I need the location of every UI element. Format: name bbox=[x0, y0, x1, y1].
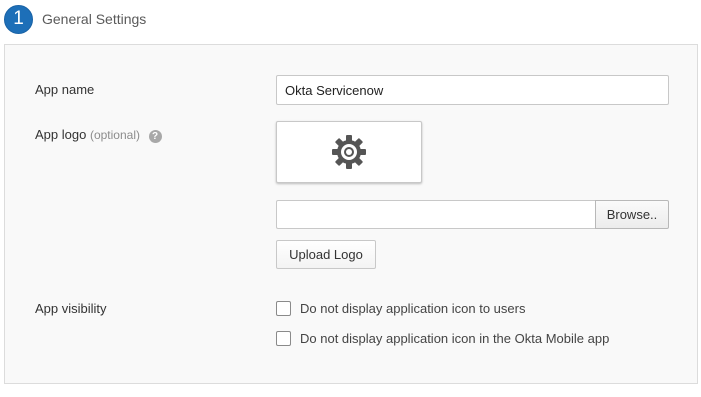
logo-file-path-input[interactable] bbox=[276, 200, 596, 229]
section-title: General Settings bbox=[42, 11, 147, 27]
app-visibility-label: App visibility bbox=[35, 301, 107, 316]
hide-icon-mobile-label[interactable]: Do not display application icon in the O… bbox=[300, 331, 609, 346]
app-name-label: App name bbox=[35, 82, 95, 97]
hide-icon-mobile-option[interactable]: Do not display application icon in the O… bbox=[276, 331, 609, 346]
optional-label: (optional) bbox=[89, 128, 140, 142]
hide-icon-mobile-checkbox[interactable] bbox=[276, 331, 291, 346]
app-logo-label: App logo bbox=[35, 127, 87, 142]
app-logo-label-group: App logo (optional) ? bbox=[35, 127, 162, 143]
step-number-badge: 1 bbox=[4, 4, 33, 34]
app-name-input[interactable] bbox=[276, 75, 669, 105]
browse-button[interactable]: Browse.. bbox=[595, 200, 669, 229]
hide-icon-users-label[interactable]: Do not display application icon to users bbox=[300, 301, 525, 316]
hide-icon-users-checkbox[interactable] bbox=[276, 301, 291, 316]
hide-icon-users-option[interactable]: Do not display application icon to users bbox=[276, 301, 525, 316]
help-icon[interactable]: ? bbox=[148, 130, 162, 143]
upload-logo-button[interactable]: Upload Logo bbox=[276, 240, 376, 269]
logo-preview bbox=[276, 121, 422, 183]
gear-icon bbox=[332, 135, 366, 169]
section-header: 1 General Settings bbox=[4, 3, 146, 35]
general-settings-panel: App name App logo (optional) ? Browse.. bbox=[4, 44, 698, 384]
